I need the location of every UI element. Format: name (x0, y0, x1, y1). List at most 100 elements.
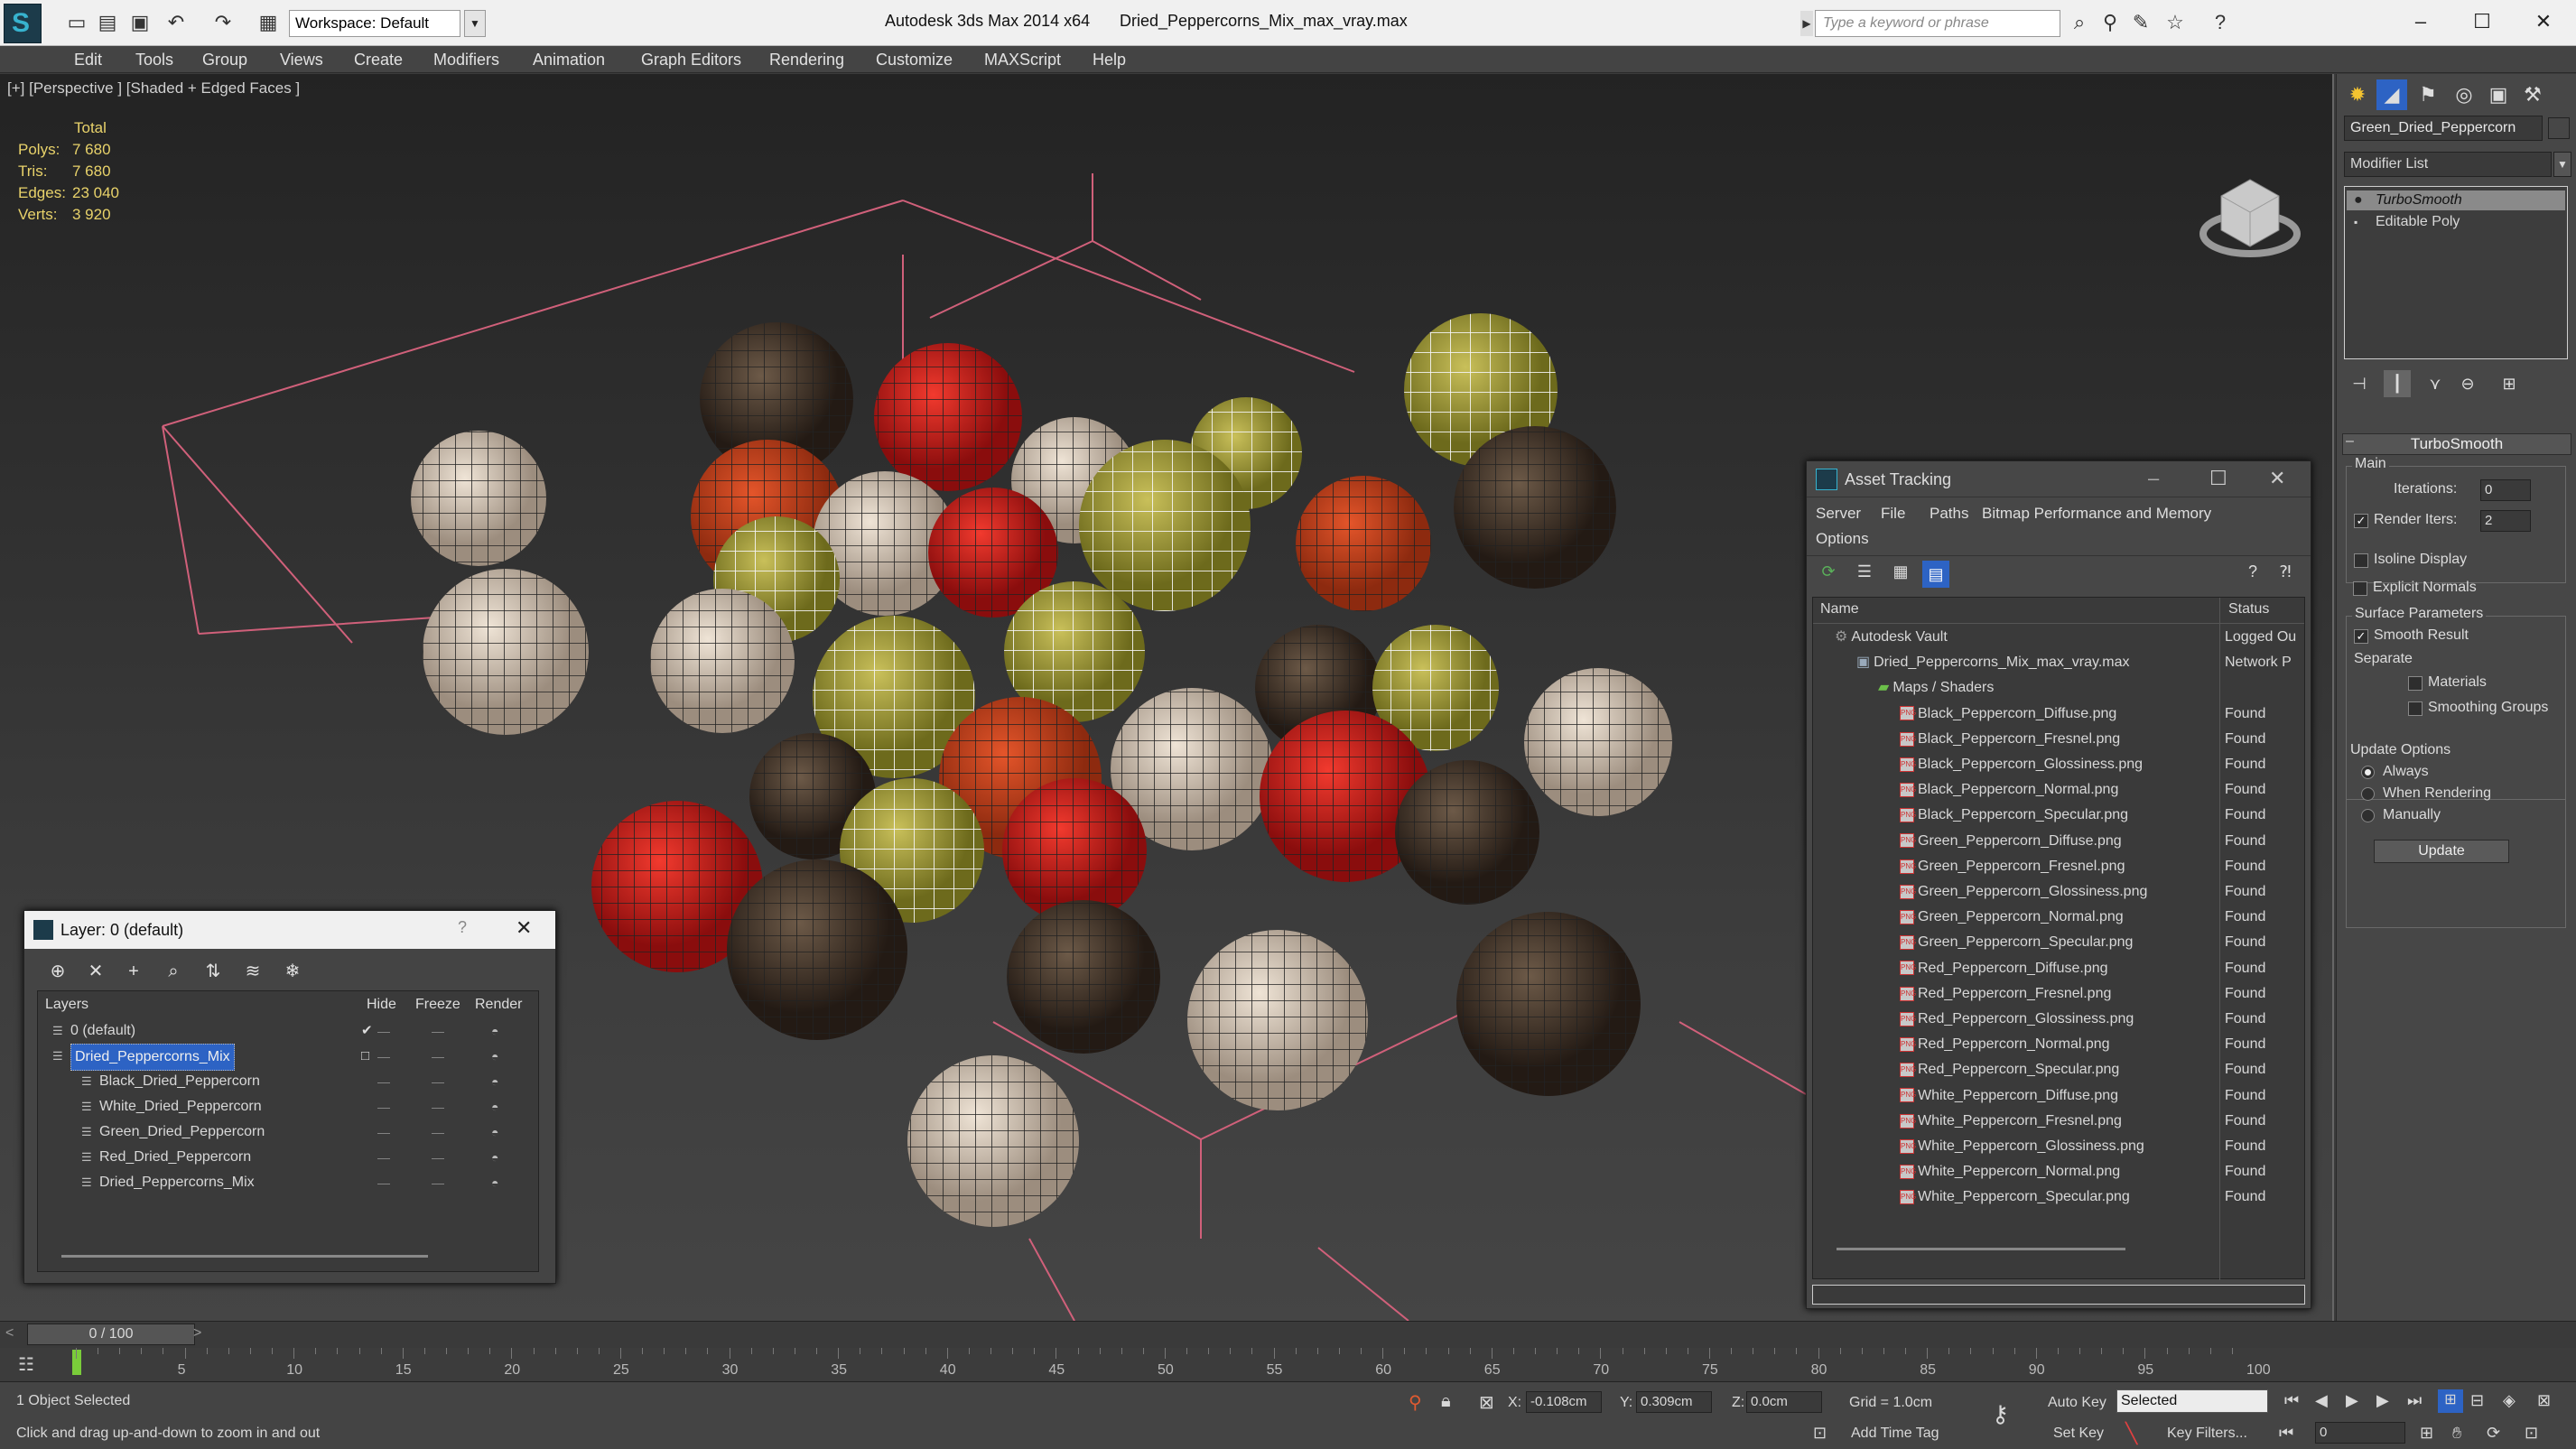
freeze-toggle[interactable]: — (432, 1018, 444, 1044)
app-menu-button[interactable]: S (4, 4, 42, 43)
list-view-icon[interactable]: ☰ (1852, 562, 1877, 588)
motion-tab-icon[interactable]: ◎ (2449, 79, 2479, 110)
collapse-icon[interactable]: – (2346, 433, 2354, 450)
hide-toggle[interactable]: — (377, 1044, 390, 1069)
render-teapot-icon[interactable]: ◓ (491, 1170, 498, 1195)
workspace-dropdown[interactable]: Workspace: Default (289, 10, 460, 37)
current-layer-check[interactable]: ✔ (361, 1018, 373, 1044)
layer-close-button[interactable]: ✕ (516, 916, 532, 940)
favorites-star-icon[interactable]: ☆ (2162, 9, 2189, 36)
layer-row[interactable]: ☰ Red_Dried_Peppercorn — — ◓ (38, 1145, 538, 1170)
time-tag-icon[interactable]: ⊡ (1813, 1424, 1827, 1443)
hide-all-icon[interactable]: ≋ (239, 958, 266, 985)
x-coordinate-field[interactable]: -0.108cm (1526, 1391, 1602, 1413)
next-frame-icon[interactable]: ▶ (2376, 1391, 2389, 1410)
project-folder-icon[interactable]: ▦ (255, 9, 282, 36)
freeze-toggle[interactable]: — (432, 1044, 444, 1069)
search-input[interactable]: Type a keyword or phrase (1815, 10, 2060, 37)
freeze-toggle[interactable]: — (432, 1170, 444, 1195)
key-mode-icon[interactable]: ⏮ (2279, 1424, 2293, 1443)
hide-toggle[interactable]: — (377, 1069, 390, 1094)
asset-help-icon[interactable]: ? (2240, 562, 2265, 588)
asset-menu-options[interactable]: Options (1816, 530, 1869, 548)
set-key-button[interactable]: Set Key (2053, 1426, 2104, 1442)
col-render[interactable]: Render (475, 991, 522, 1018)
key-icon[interactable]: ⚷ (1992, 1400, 2009, 1428)
create-tab-icon[interactable]: ✹ (2342, 79, 2373, 110)
asset-minimize-button[interactable]: – (2148, 467, 2159, 490)
make-unique-icon[interactable]: ⋎ (2422, 370, 2449, 397)
isoline-checkbox[interactable] (2354, 553, 2368, 568)
asset-close-button[interactable]: ✕ (2269, 467, 2285, 490)
layer-help-button[interactable]: ? (458, 918, 467, 937)
layer-name[interactable]: Green_Dried_Peppercorn (99, 1119, 265, 1145)
goto-start-icon[interactable]: ⏮ (2284, 1391, 2299, 1410)
layer-row[interactable]: ☰ White_Dried_Peppercorn — — ◓ (38, 1094, 538, 1119)
smooth-result-checkbox[interactable]: ✓ (2354, 629, 2368, 644)
object-color-swatch[interactable] (2548, 117, 2570, 139)
asset-row[interactable]: PNG White_Peppercorn_Specular.png Found (1813, 1184, 2304, 1210)
menu-group[interactable]: Group (202, 51, 247, 70)
communication-center-icon[interactable]: ⚲ (2097, 9, 2124, 36)
utilities-tab-icon[interactable]: ⚒ (2517, 79, 2548, 110)
asset-context-help-icon[interactable]: ⁈ (2273, 562, 2298, 588)
update-when-rendering-radio[interactable] (2361, 787, 2375, 801)
chevron-down-icon[interactable]: ▼ (2553, 152, 2571, 177)
asset-row[interactable]: ▰ Maps / Shaders (1813, 675, 2304, 701)
current-layer-check[interactable]: □ (361, 1044, 369, 1069)
time-prev-icon[interactable]: < (5, 1325, 14, 1342)
z-coordinate-field[interactable]: 0.0cm (1746, 1391, 1822, 1413)
menu-help[interactable]: Help (1093, 51, 1126, 70)
freeze-toggle[interactable]: — (432, 1145, 444, 1170)
layer-name[interactable]: Black_Dried_Peppercorn (99, 1069, 260, 1094)
create-layer-icon[interactable]: ⊕ (44, 958, 71, 985)
asset-row[interactable]: PNG Black_Peppercorn_Diffuse.png Found (1813, 701, 2304, 727)
update-manually-radio[interactable] (2361, 809, 2375, 822)
viewport-label[interactable]: [+] [Perspective ] [Shaded + Edged Faces… (7, 79, 300, 98)
layer-row[interactable]: ☰ Dried_Peppercorns_Mix — — ◓ (38, 1170, 538, 1195)
layer-row[interactable]: ☰ 0 (default) ✔ — — ◓ (38, 1018, 538, 1044)
hide-toggle[interactable]: — (377, 1145, 390, 1170)
col-name[interactable]: Name (1820, 601, 1859, 618)
layer-name[interactable]: 0 (default) (70, 1018, 135, 1044)
modifier-list-dropdown[interactable]: Modifier List (2344, 152, 2552, 177)
table-view-icon[interactable]: ▤ (1922, 561, 1949, 588)
asset-row[interactable]: PNG Black_Peppercorn_Normal.png Found (1813, 777, 2304, 803)
current-frame-field[interactable]: 0 (2315, 1422, 2405, 1444)
expand-search-icon[interactable]: ▶ (1800, 11, 1813, 36)
render-iters-checkbox[interactable]: ✓ (2354, 514, 2368, 528)
hierarchy-tab-icon[interactable]: ⚑ (2413, 79, 2443, 110)
add-time-tag[interactable]: Add Time Tag (1851, 1426, 1939, 1442)
explicit-normals-checkbox[interactable] (2353, 581, 2367, 596)
min-max-toggle-icon[interactable]: ⊡ (2525, 1424, 2538, 1443)
layer-name[interactable]: Dried_Peppercorns_Mix (99, 1170, 255, 1195)
update-always-radio[interactable] (2361, 766, 2375, 779)
maximize-viewport-icon[interactable]: ⊠ (2537, 1391, 2551, 1410)
highlight-layer-icon[interactable]: ⇅ (200, 958, 227, 985)
time-cursor[interactable] (72, 1350, 81, 1375)
asset-row[interactable]: ▣ Dried_Peppercorns_Mix_max_vray.max Netwo… (1813, 650, 2304, 675)
chevron-down-icon[interactable]: ▼ (464, 10, 486, 37)
pin-stack-icon[interactable]: ⊣ (2346, 370, 2373, 397)
layer-row[interactable]: ☰ Green_Dried_Peppercorn — — ◓ (38, 1119, 538, 1145)
render-teapot-icon[interactable]: ◓ (491, 1044, 498, 1069)
zoom-extents-icon[interactable]: ⊞ (2438, 1389, 2463, 1413)
smoothing-groups-checkbox[interactable] (2408, 701, 2423, 716)
play-icon[interactable]: ▶ (2346, 1391, 2358, 1410)
freeze-toggle[interactable]: — (432, 1094, 444, 1119)
layer-name[interactable]: Dried_Peppercorns_Mix (70, 1044, 235, 1071)
asset-row[interactable]: PNG Red_Peppercorn_Glossiness.png Found (1813, 1007, 2304, 1032)
menu-edit[interactable]: Edit (74, 51, 102, 70)
asset-row[interactable]: PNG Green_Peppercorn_Diffuse.png Found (1813, 829, 2304, 854)
asset-row[interactable]: PNG White_Peppercorn_Normal.png Found (1813, 1159, 2304, 1184)
menu-tools[interactable]: Tools (135, 51, 173, 70)
menu-customize[interactable]: Customize (876, 51, 953, 70)
freeze-all-icon[interactable]: ❄ (279, 958, 306, 985)
layer-row[interactable]: ☰ Dried_Peppercorns_Mix □ — — ◓ (38, 1044, 538, 1071)
asset-row[interactable]: PNG Green_Peppercorn_Normal.png Found (1813, 905, 2304, 930)
redo-icon[interactable]: ↷ (209, 9, 237, 36)
menu-rendering[interactable]: Rendering (769, 51, 844, 70)
expand-icon[interactable]: ▪ (2354, 212, 2357, 232)
layer-name[interactable]: White_Dried_Peppercorn (99, 1094, 262, 1119)
open-file-icon[interactable]: ▤ (94, 9, 121, 36)
